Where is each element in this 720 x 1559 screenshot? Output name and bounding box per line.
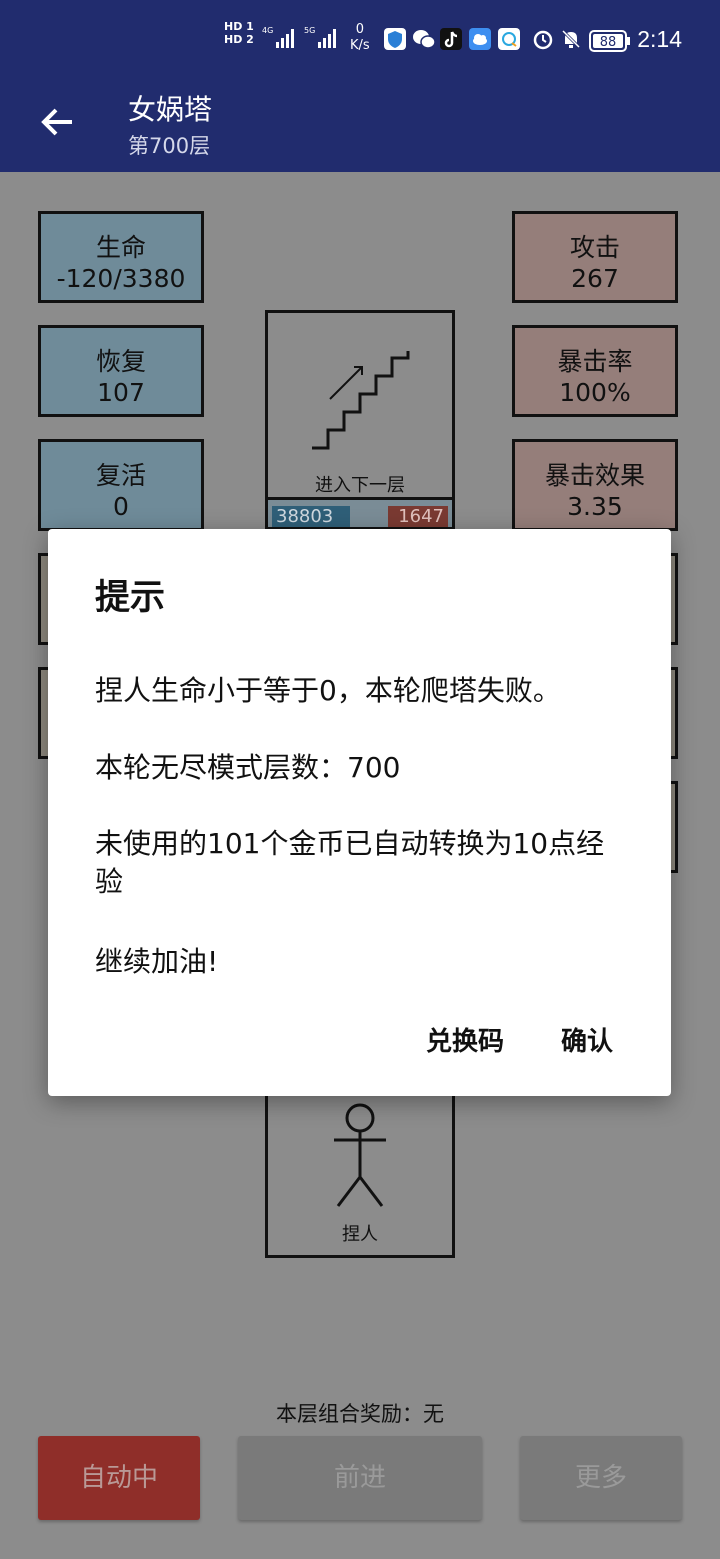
net-a-label: 4G (262, 26, 273, 35)
advance-button[interactable]: 前进 (238, 1436, 482, 1520)
stat-attack: 攻击 267 (512, 211, 678, 303)
dialog-message-coins: 未使用的101个金币已自动转换为10点经验 (95, 827, 605, 898)
signal-5g-icon: 5G (304, 24, 342, 54)
hp-bars: 38803 1647 (265, 500, 455, 530)
stairs-icon (312, 351, 410, 450)
player-power-bar: 38803 (272, 506, 350, 527)
arrow-left-icon (41, 108, 72, 136)
stick-figure-icon (334, 1103, 386, 1207)
back-button[interactable] (38, 102, 78, 142)
alarm-icon (532, 28, 554, 54)
battery-icon: 88 (589, 30, 631, 56)
confirm-button[interactable]: 确认 (561, 1021, 613, 1058)
stat-value: 0 (113, 492, 129, 521)
signal-icon: 4G (262, 24, 300, 54)
redeem-code-button[interactable]: 兑换码 (426, 1021, 504, 1058)
net-b-label: 5G (304, 26, 315, 35)
stat-label: 暴击率 (557, 347, 633, 376)
next-floor-button[interactable]: 进入下一层 (265, 310, 455, 500)
next-floor-label: 进入下一层 (315, 475, 405, 496)
battery-level: 88 (600, 35, 617, 50)
speed-value: 0 (355, 22, 364, 37)
stat-label: 复活 (95, 461, 146, 490)
character-label: 捏人 (342, 1224, 378, 1245)
page-title: 女娲塔 (128, 93, 213, 126)
stat-value: 3.35 (567, 492, 623, 521)
cloud-icon (469, 28, 491, 54)
status-bar: HD 1 HD 2 4G 5G 0 K/s 88 2:14 (0, 0, 720, 84)
stat-value: 267 (571, 264, 619, 293)
stat-hp: 生命 -120/3380 (38, 211, 204, 303)
tiktok-icon (440, 28, 462, 54)
more-button[interactable]: 更多 (520, 1436, 682, 1520)
message-icon (498, 28, 520, 54)
speed-unit: K/s (350, 38, 370, 53)
hd2-label: HD 2 (224, 33, 254, 46)
dialog-message-floors: 本轮无尽模式层数：700 (95, 751, 401, 784)
stat-revive: 复活 0 (38, 439, 204, 531)
stat-value: -120/3380 (56, 264, 186, 293)
floor-reward-text: 本层组合奖励：无 (276, 1402, 444, 1426)
stat-crit-effect: 暴击效果 3.35 (512, 439, 678, 531)
stat-value: 100% (559, 378, 631, 407)
stat-regen: 恢复 107 (38, 325, 204, 417)
stat-label: 生命 (95, 233, 146, 262)
app-bar: 女娲塔 第700层 (0, 84, 720, 172)
alert-dialog: 提示 捏人生命小于等于0，本轮爬塔失败。 本轮无尽模式层数：700 未使用的10… (48, 529, 671, 1096)
stat-label: 攻击 (569, 233, 620, 262)
dialog-title: 提示 (95, 578, 166, 618)
dialog-message-cheer: 继续加油! (95, 945, 219, 978)
stat-value: 107 (97, 378, 145, 407)
dialog-message-fail: 捏人生命小于等于0，本轮爬塔失败。 (95, 674, 561, 707)
clock: 2:14 (637, 26, 682, 52)
network-speed: 0 K/s (350, 22, 370, 54)
page-subtitle: 第700层 (128, 134, 211, 158)
stat-crit-rate: 暴击率 100% (512, 325, 678, 417)
wechat-icon (412, 28, 436, 54)
hd1-label: HD 1 (224, 20, 254, 33)
shield-app-icon (384, 28, 406, 54)
character-card[interactable]: 捏人 (265, 1092, 455, 1258)
stat-label: 暴击效果 (544, 461, 645, 490)
auto-button[interactable]: 自动中 (38, 1436, 200, 1520)
hd-indicator: HD 1 HD 2 (224, 20, 254, 46)
mute-bell-icon (560, 28, 582, 54)
enemy-power-bar: 1647 (388, 506, 448, 527)
stat-label: 恢复 (95, 347, 146, 376)
